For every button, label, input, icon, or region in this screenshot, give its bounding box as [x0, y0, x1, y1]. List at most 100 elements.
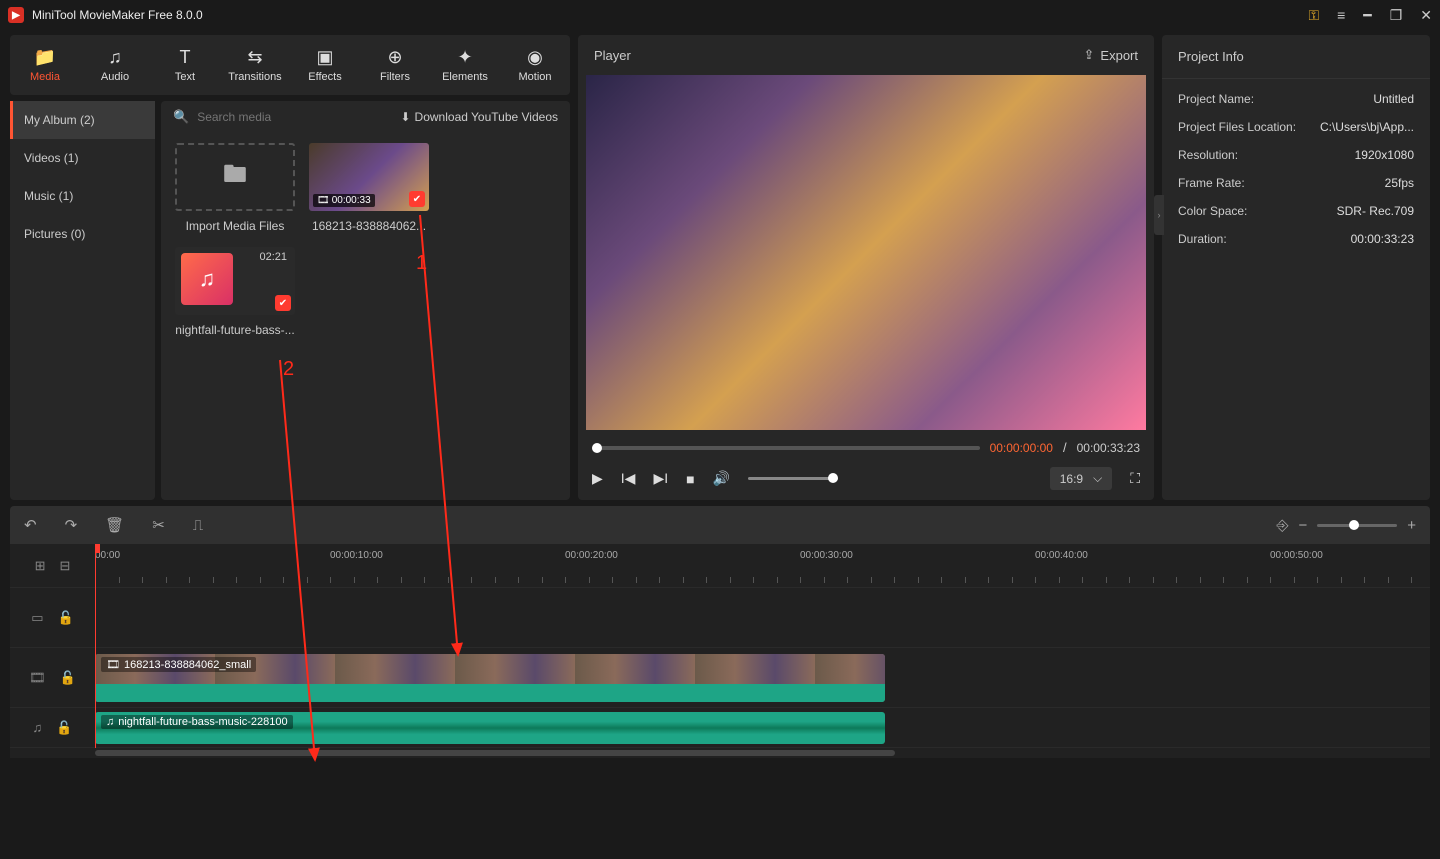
media-area: 🔍 ⬇ Download YouTube Videos 🖿 Import Med… [161, 101, 570, 500]
prev-frame-button[interactable]: I◀ [621, 470, 636, 487]
collapse-panel-button[interactable]: › [1154, 195, 1164, 235]
player-title: Player [594, 48, 1084, 63]
transitions-icon: ⇆ [247, 47, 262, 68]
lock-icon[interactable]: 🔓 [58, 610, 74, 626]
stop-button[interactable]: ■ [686, 471, 694, 487]
tab-motion[interactable]: ◉Motion [500, 35, 570, 95]
audio-track-icon: ♫ [33, 720, 43, 735]
add-track-icon[interactable]: ⊞ [35, 558, 46, 574]
lock-icon[interactable]: 🔓 [60, 670, 76, 686]
crop-button[interactable]: ⎍ [193, 517, 204, 534]
zoom-in-button[interactable]: + [1407, 517, 1416, 534]
tab-elements[interactable]: ✦Elements [430, 35, 500, 95]
video-clip[interactable]: 🎞168213-838884062_small [95, 654, 885, 702]
tab-transitions[interactable]: ⇆Transitions [220, 35, 290, 95]
album-item[interactable]: Videos (1) [10, 139, 155, 177]
media-item-music[interactable]: ♫ 02:21 ✔ nightfall-future-bass-... [175, 247, 295, 337]
delete-button[interactable]: 🗑 [105, 516, 124, 534]
annotation-number-2: 2 [283, 358, 294, 381]
minimize-icon[interactable]: ━ [1363, 7, 1371, 24]
export-icon: ⇪ [1084, 47, 1095, 63]
folder-icon: 🖿 [223, 157, 247, 198]
download-icon: ⬇ [400, 110, 410, 124]
audio-clip[interactable]: ♫nightfall-future-bass-music-228100 [95, 712, 885, 744]
player-preview[interactable] [586, 75, 1146, 430]
player-time-current: 00:00:00:00 [990, 441, 1053, 455]
album-item[interactable]: Pictures (0) [10, 215, 155, 253]
overlay-track-head: ▭ 🔓 [10, 588, 95, 648]
aspect-ratio-select[interactable]: 16:9 ⌵ [1050, 467, 1112, 490]
titlebar: ▶ MiniTool MovieMaker Free 8.0.0 ⚿ ≡ ━ ❐… [0, 0, 1440, 30]
tab-effects[interactable]: ▣Effects [290, 35, 360, 95]
tab-media[interactable]: 📁Media [10, 35, 80, 95]
timeline-panel: ↶ ↷ 🗑 ✂ ⎍ ⎆ − + ⊞ ⊟ ▭ 🔓 🎞 🔓 ♫ [0, 506, 1440, 768]
elements-icon: ✦ [457, 47, 472, 68]
audio-track[interactable]: ♫nightfall-future-bass-music-228100 [95, 708, 1430, 748]
album-item[interactable]: Music (1) [10, 177, 155, 215]
info-row: Project Name:Untitled [1162, 85, 1430, 113]
remove-track-icon[interactable]: ⊟ [60, 558, 71, 574]
info-row: Project Files Location:C:\Users\bj\App..… [1162, 113, 1430, 141]
activate-key-icon[interactable]: ⚿ [1308, 7, 1319, 24]
info-row: Color Space:SDR- Rec.709 [1162, 197, 1430, 225]
album-sidebar: My Album (2)Videos (1)Music (1)Pictures … [10, 101, 155, 500]
search-icon: 🔍 [173, 109, 189, 125]
close-icon[interactable]: ✕ [1420, 7, 1432, 24]
player-seek-slider[interactable] [592, 446, 980, 450]
overlay-icon: ▭ [31, 610, 43, 626]
motion-icon: ◉ [527, 47, 543, 68]
tab-filters[interactable]: ⊕Filters [360, 35, 430, 95]
export-button[interactable]: ⇪ Export [1084, 47, 1138, 63]
zoom-out-button[interactable]: − [1298, 517, 1307, 534]
music-note-icon: ♫ [199, 266, 216, 292]
volume-icon[interactable]: 🔊 [713, 470, 730, 487]
player-time-total: 00:00:33:23 [1077, 441, 1140, 455]
download-youtube-link[interactable]: ⬇ Download YouTube Videos [400, 110, 558, 124]
fullscreen-button[interactable]: ⛶ [1130, 470, 1140, 487]
ruler-tick: 00:00:40:00 [1035, 550, 1088, 561]
undo-button[interactable]: ↶ [24, 516, 37, 534]
video-track[interactable]: 🎞168213-838884062_small [95, 648, 1430, 708]
effects-icon: ▣ [316, 47, 333, 68]
info-row: Duration:00:00:33:23 [1162, 225, 1430, 253]
ruler-tick: 00:00:10:00 [330, 550, 383, 561]
ruler-tick: 00:00:30:00 [800, 550, 853, 561]
redo-button[interactable]: ↷ [65, 516, 78, 534]
info-row: Resolution:1920x1080 [1162, 141, 1430, 169]
overlay-track[interactable] [95, 588, 1430, 648]
timeline-ruler[interactable]: 00:0000:00:10:0000:00:20:0000:00:30:0000… [95, 544, 1430, 588]
audio-icon: ♫ [108, 47, 122, 68]
lock-icon[interactable]: 🔓 [56, 720, 72, 736]
text-icon: T [180, 47, 191, 68]
zoom-slider[interactable] [1317, 524, 1397, 527]
menu-icon[interactable]: ≡ [1337, 7, 1345, 23]
play-button[interactable]: ▶ [592, 470, 603, 487]
album-item[interactable]: My Album (2) [10, 101, 155, 139]
annotation-number-1: 1 [416, 252, 427, 275]
maximize-icon[interactable]: ❐ [1390, 7, 1403, 24]
next-frame-button[interactable]: ▶I [653, 470, 668, 487]
video-track-icon: 🎞 [29, 670, 46, 686]
fit-timeline-icon[interactable]: ⎆ [1276, 517, 1288, 534]
search-input[interactable] [197, 110, 392, 124]
timeline-horizontal-scrollbar[interactable] [10, 748, 1430, 758]
playhead[interactable] [95, 544, 96, 748]
check-icon: ✔ [275, 295, 291, 311]
filters-icon: ⊕ [387, 47, 402, 68]
tool-tabs: 📁Media♫AudioTText⇆Transitions▣Effects⊕Fi… [10, 35, 570, 95]
tab-audio[interactable]: ♫Audio [80, 35, 150, 95]
audio-track-head: ♫ 🔓 [10, 708, 95, 748]
import-media-card[interactable]: 🖿 Import Media Files [175, 143, 295, 233]
player-panel: Player ⇪ Export 00:00:00:00 / 00:00:33:2… [578, 35, 1154, 500]
tab-text[interactable]: TText [150, 35, 220, 95]
volume-slider[interactable] [748, 477, 838, 480]
info-row: Frame Rate:25fps [1162, 169, 1430, 197]
app-title: MiniTool MovieMaker Free 8.0.0 [32, 8, 1308, 22]
split-button[interactable]: ✂ [152, 516, 165, 534]
check-icon: ✔ [409, 191, 425, 207]
video-track-head: 🎞 🔓 [10, 648, 95, 708]
ruler-tick: 00:00:20:00 [565, 550, 618, 561]
clip-audio-icon: ♫ [106, 716, 114, 728]
project-info-panel: › Project Info Project Name:UntitledProj… [1162, 35, 1430, 500]
media-item-video[interactable]: 🎞00:00:33 ✔ 168213-838884062... [309, 143, 429, 233]
